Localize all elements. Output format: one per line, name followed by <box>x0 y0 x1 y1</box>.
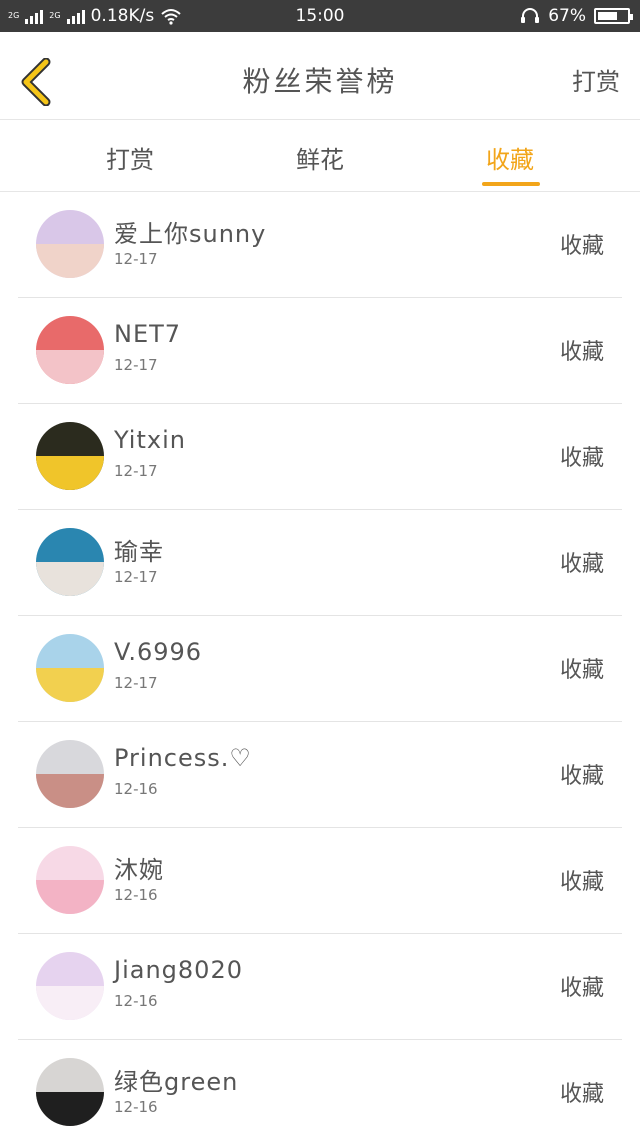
battery-fill <box>598 12 617 20</box>
battery-icon <box>594 8 633 24</box>
avatar-shade <box>36 350 104 384</box>
page-title: 粉丝荣誉榜 <box>242 65 398 98</box>
fan-name: 瑜幸 <box>114 538 164 566</box>
avatar-shade <box>36 774 104 808</box>
list-item[interactable]: NET7 12-17 收藏 <box>18 298 622 404</box>
active-tab-indicator <box>482 182 540 186</box>
tab-bar: 打赏 鲜花 收藏 <box>0 120 640 192</box>
avatar <box>36 952 104 1020</box>
fan-name: 爱上你sunny <box>114 220 267 248</box>
tab-favorites[interactable]: 收藏 <box>450 140 570 175</box>
tab-reward[interactable]: 打赏 <box>70 140 190 175</box>
fan-name: 沐婉 <box>114 856 164 884</box>
list-item[interactable]: Yitxin 12-17 收藏 <box>18 404 622 510</box>
fan-date: 12-17 <box>114 568 158 586</box>
list-item[interactable]: 绿色green 12-16 收藏 <box>18 1040 622 1145</box>
header: 粉丝荣誉榜 打赏 <box>0 32 640 120</box>
status-right: 67% <box>520 0 633 32</box>
fan-date: 12-17 <box>114 250 158 268</box>
favorite-label: 收藏 <box>559 446 604 471</box>
favorite-label: 收藏 <box>559 340 604 365</box>
fan-date: 12-17 <box>114 356 158 374</box>
list-item[interactable]: 瑜幸 12-17 收藏 <box>18 510 622 616</box>
list-item[interactable]: V.6996 12-17 收藏 <box>18 616 622 722</box>
fan-name: Jiang8020 <box>114 956 243 984</box>
status-bar: 2G 2G 0.18K/s 15:00 67% <box>0 0 640 32</box>
fan-name: NET7 <box>114 320 182 348</box>
fan-name: V.6996 <box>114 638 203 666</box>
list-item[interactable]: Princess.♡ 12-16 收藏 <box>18 722 622 828</box>
list-item[interactable]: Jiang8020 12-16 收藏 <box>18 934 622 1040</box>
favorite-label: 收藏 <box>559 764 604 789</box>
fan-list: 爱上你sunny 12-17 收藏 NET7 12-17 收藏 Yitxin 1… <box>0 192 640 1145</box>
fan-name: Princess.♡ <box>114 744 252 772</box>
avatar-shade <box>36 244 104 278</box>
avatar <box>36 316 104 384</box>
avatar-shade <box>36 1092 104 1126</box>
favorite-label: 收藏 <box>559 552 604 577</box>
favorite-label: 收藏 <box>559 870 604 895</box>
fan-name: 绿色green <box>114 1068 239 1096</box>
avatar-shade <box>36 456 104 490</box>
avatar-shade <box>36 562 104 596</box>
header-reward-button[interactable]: 打赏 <box>572 62 620 97</box>
fan-date: 12-16 <box>114 780 158 798</box>
favorite-label: 收藏 <box>559 1082 604 1107</box>
avatar-shade <box>36 880 104 914</box>
avatar-shade <box>36 986 104 1020</box>
fan-date: 12-16 <box>114 886 158 904</box>
avatar <box>36 210 104 278</box>
list-item[interactable]: 爱上你sunny 12-17 收藏 <box>18 192 622 298</box>
avatar-shade <box>36 668 104 702</box>
avatar <box>36 740 104 808</box>
headset-icon <box>521 8 540 23</box>
avatar <box>36 1058 104 1126</box>
avatar <box>36 634 104 702</box>
fan-date: 12-17 <box>114 674 158 692</box>
avatar <box>36 846 104 914</box>
favorite-label: 收藏 <box>559 234 604 259</box>
fan-date: 12-16 <box>114 1098 158 1116</box>
battery-percent: 67% <box>548 6 586 26</box>
avatar <box>36 422 104 490</box>
list-item[interactable]: 沐婉 12-16 收藏 <box>18 828 622 934</box>
favorite-label: 收藏 <box>559 658 604 683</box>
fan-date: 12-17 <box>114 462 158 480</box>
tab-flowers[interactable]: 鲜花 <box>260 140 380 175</box>
fan-date: 12-16 <box>114 992 158 1010</box>
avatar <box>36 528 104 596</box>
favorite-label: 收藏 <box>559 976 604 1001</box>
fan-name: Yitxin <box>114 426 186 454</box>
